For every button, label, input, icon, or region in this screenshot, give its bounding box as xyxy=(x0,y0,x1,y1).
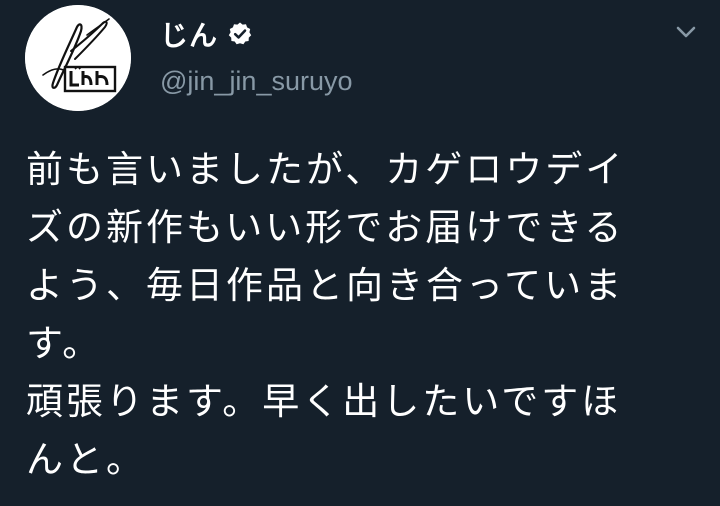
tweet-text-line: 前も言いましたが、カゲロウデイ xyxy=(26,148,626,191)
tweet-text: 前も言いましたが、カゲロウデイ ズの新作もいい形でお届けできる よう、毎日作品と… xyxy=(26,141,716,489)
signature-logo xyxy=(25,5,131,111)
author-name-row: じん xyxy=(160,14,253,54)
tweet-text-line: よう、毎日作品と向き合っていま xyxy=(26,264,625,307)
chevron-down-icon[interactable] xyxy=(672,20,700,44)
tweet-text-line: す。 xyxy=(26,322,103,365)
author-display-name[interactable]: じん xyxy=(160,14,218,54)
tweet-card: じん @jin_jin_suruyo 前も言いましたが、カゲロウデイ ズの新作も… xyxy=(0,0,720,506)
tweet-text-line: 頑張ります。早く出したいですほ xyxy=(26,380,622,423)
author-handle[interactable]: @jin_jin_suruyo xyxy=(160,66,353,97)
tweet-text-line: んと。 xyxy=(26,438,146,481)
tweet-text-line: ズの新作もいい形でお届けできる xyxy=(26,206,625,249)
verified-badge-icon xyxy=(227,21,253,47)
author-avatar[interactable] xyxy=(25,5,131,111)
